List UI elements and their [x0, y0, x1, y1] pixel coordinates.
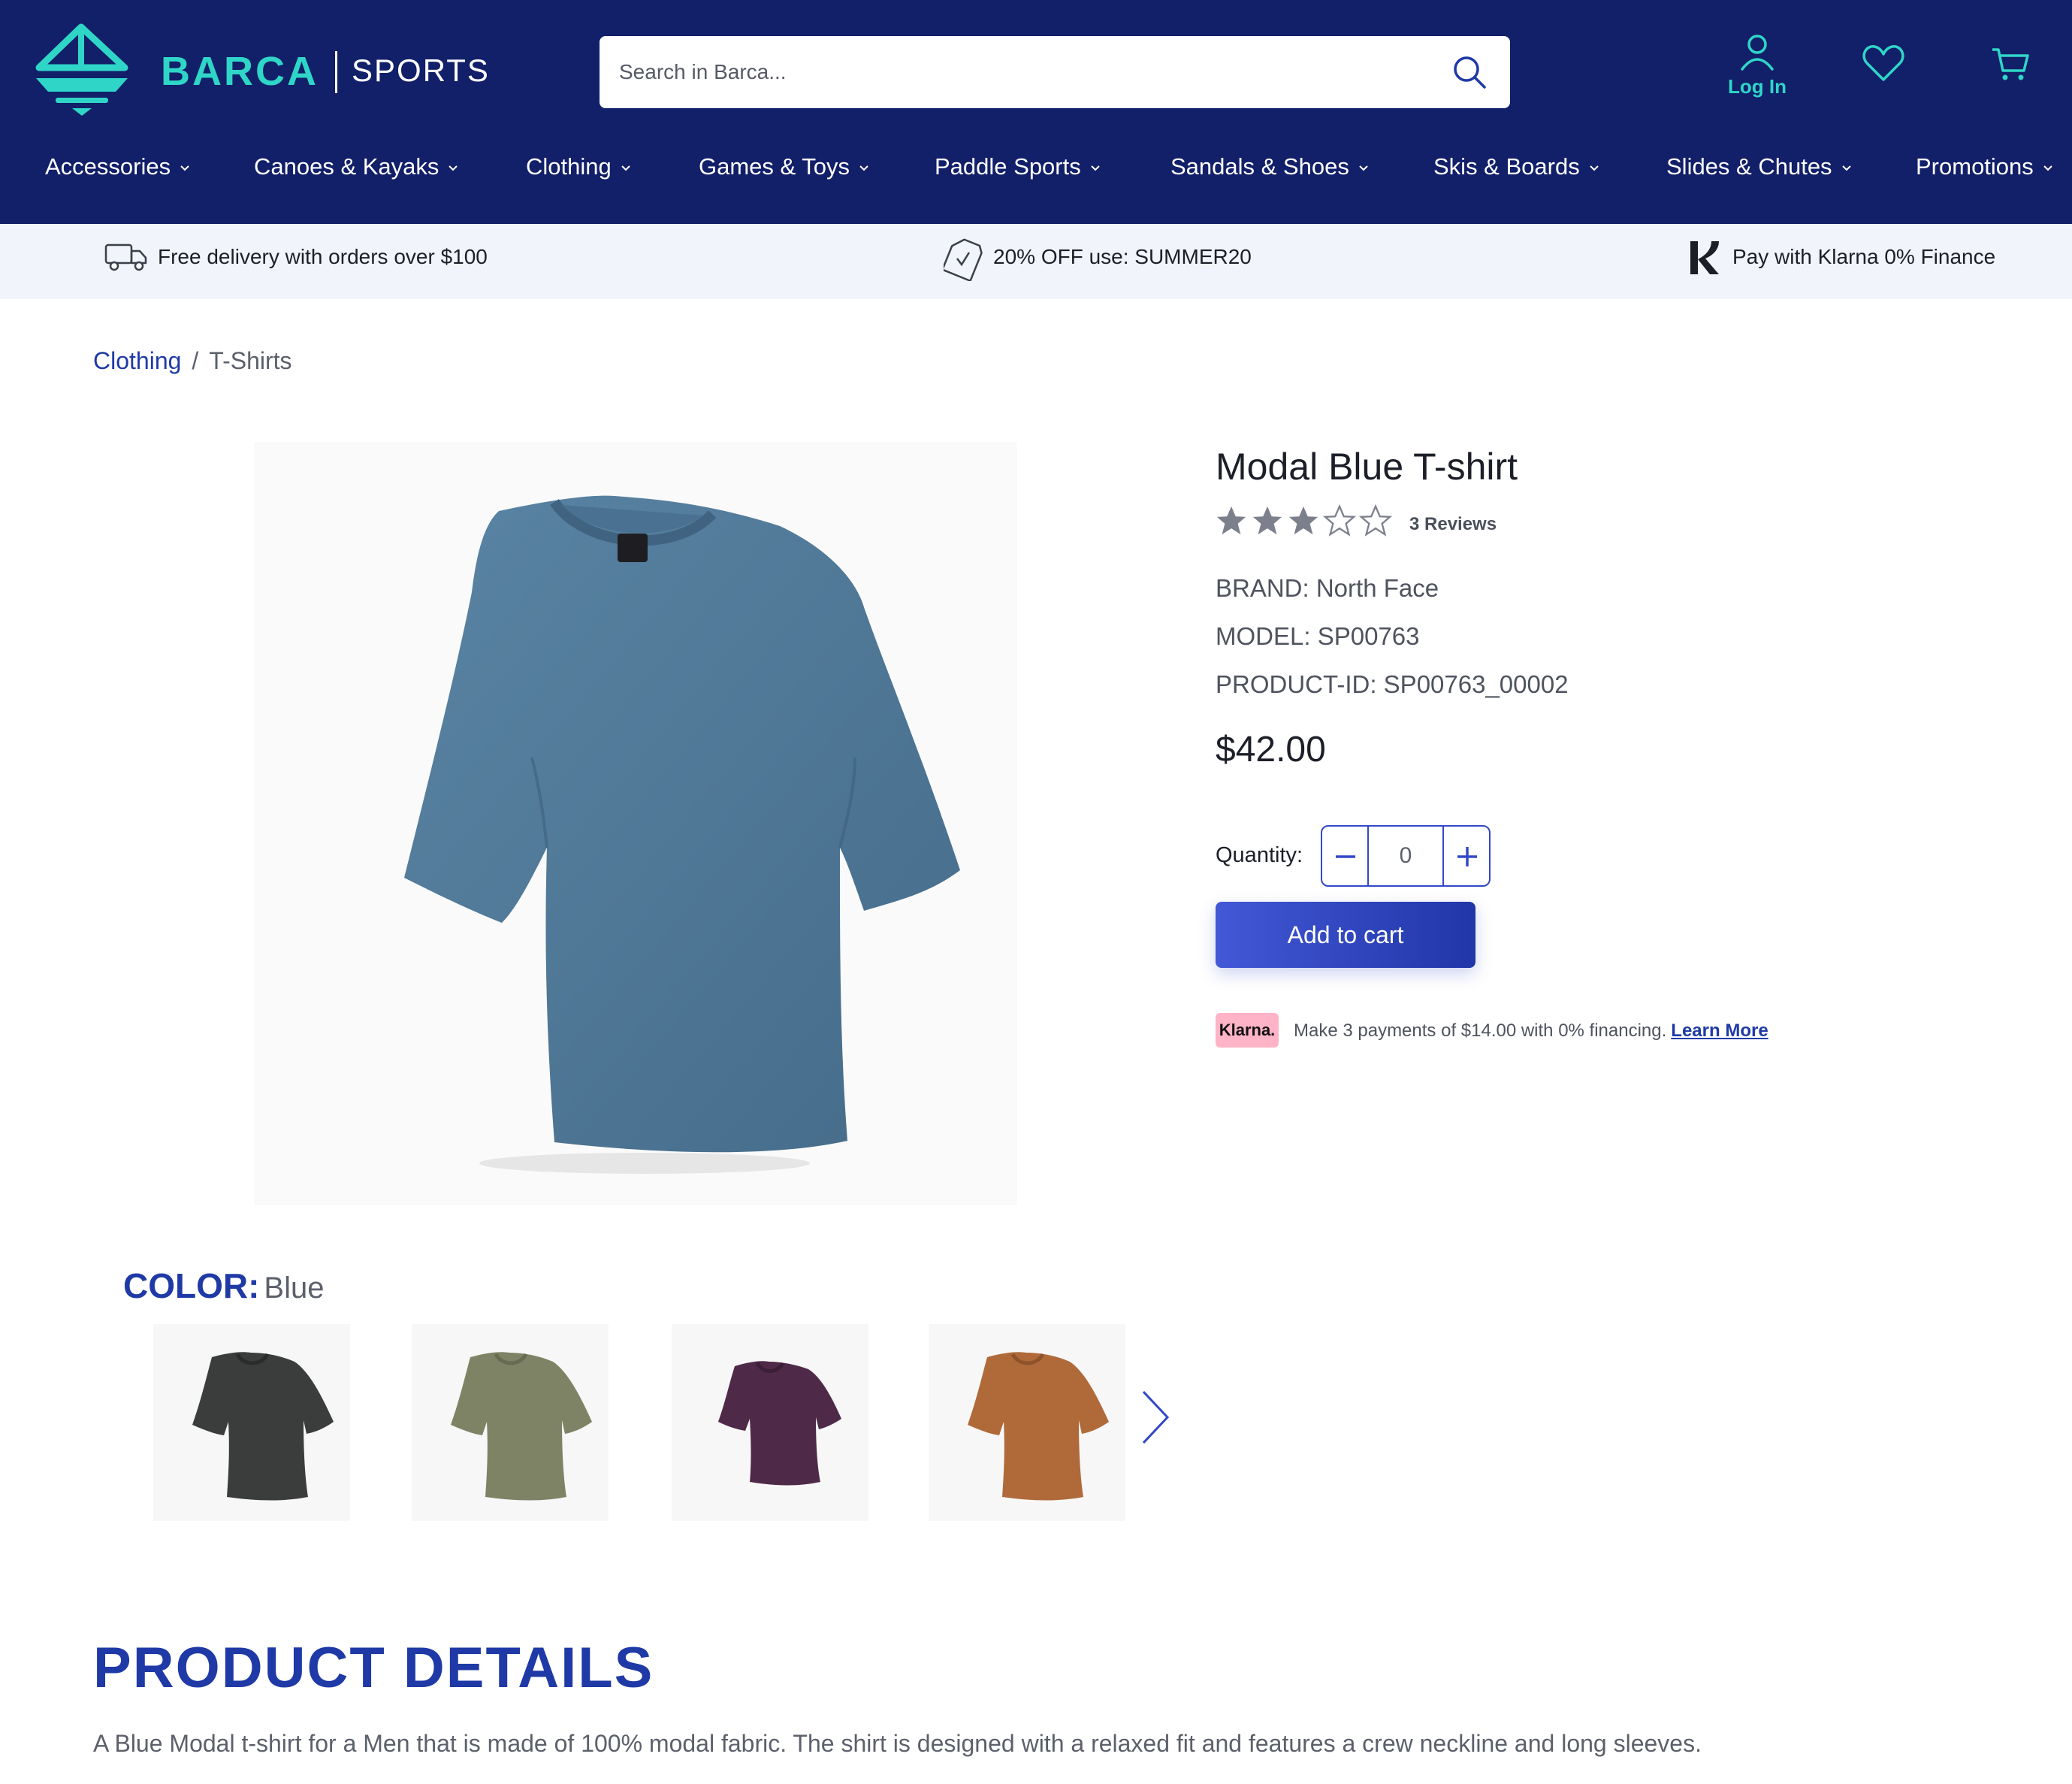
brand-name: BARCA	[161, 49, 319, 94]
nav-item-label: Slides & Chutes	[1666, 153, 1832, 180]
breadcrumb-clothing[interactable]: Clothing	[93, 347, 181, 374]
chevron-down-icon	[621, 165, 630, 171]
breadcrumb: Clothing / T-Shirts	[93, 347, 292, 375]
star-filled-icon	[1216, 506, 1246, 535]
color-swatch-olive[interactable]	[412, 1324, 609, 1521]
quantity-label: Quantity:	[1216, 843, 1303, 867]
chevron-down-icon	[1589, 165, 1599, 171]
login-label: Log In	[1728, 75, 1787, 98]
nav-item-label: Promotions	[1916, 153, 2034, 180]
login-button[interactable]: Log In	[1717, 33, 1797, 102]
color-swatch-plum[interactable]	[672, 1324, 868, 1521]
quantity-increment-button[interactable]	[1442, 827, 1489, 885]
boat-logo-icon	[35, 23, 128, 116]
cart-button[interactable]	[1991, 47, 2030, 86]
nav-item-canoes-kayaks[interactable]: Canoes & Kayaks	[254, 153, 458, 180]
quantity-input[interactable]	[1369, 827, 1442, 885]
main-nav: Accessories Canoes & Kayaks Clothing Gam…	[0, 143, 2072, 195]
chevron-down-icon	[180, 165, 189, 171]
promo-klarna-text: Pay with Klarna 0% Finance	[1732, 245, 1996, 268]
nav-item-promotions[interactable]: Promotions	[1916, 153, 2053, 180]
product-price: $42.00	[1216, 730, 1326, 770]
color-label-key: COLOR:	[123, 1266, 260, 1305]
search-button[interactable]	[1450, 53, 1489, 92]
learn-more-link[interactable]: Learn More	[1671, 1021, 1768, 1041]
nav-item-paddle-sports[interactable]: Paddle Sports	[935, 153, 1101, 180]
nav-item-label: Clothing	[526, 153, 612, 180]
color-selected-value: Blue	[264, 1271, 325, 1305]
product-id: PRODUCT-ID: SP00763_00002	[1216, 670, 1569, 698]
chevron-down-icon	[2043, 165, 2052, 171]
chevron-down-icon	[1091, 165, 1100, 171]
logo-divider	[335, 51, 337, 93]
chevron-down-icon	[859, 165, 868, 171]
breadcrumb-current: T-Shirts	[209, 347, 292, 374]
charcoal-tshirt-image	[192, 1352, 334, 1501]
nav-item-label: Skis & Boards	[1433, 153, 1580, 180]
product-model: MODEL: SP00763	[1216, 622, 1420, 650]
chevron-down-icon	[1359, 165, 1368, 171]
nav-item-sandals-shoes[interactable]: Sandals & Shoes	[1170, 153, 1369, 180]
nav-item-label: Accessories	[45, 153, 171, 180]
main-product-image	[254, 442, 1017, 1205]
blue-tshirt-image	[404, 495, 960, 1174]
user-icon	[1741, 35, 1774, 71]
klarna-badge: Klarna.	[1216, 1013, 1279, 1048]
breadcrumb-separator: /	[192, 347, 199, 374]
klarna-financing-text: Make 3 payments of $14.00 with 0% financ…	[1294, 1021, 1667, 1041]
add-to-cart-button[interactable]: Add to cart	[1216, 902, 1475, 968]
promo-delivery-text: Free delivery with orders over $100	[158, 245, 488, 268]
search-input[interactable]	[619, 50, 1408, 95]
nav-item-label: Games & Toys	[699, 153, 850, 180]
nav-item-accessories[interactable]: Accessories	[45, 153, 190, 180]
nav-item-games-toys[interactable]: Games & Toys	[699, 153, 869, 180]
star-filled-icon	[1252, 506, 1282, 535]
klarna-k-icon	[1690, 241, 1719, 274]
promo-discount-text: 20% OFF use: SUMMER20	[993, 245, 1252, 268]
reviews-count[interactable]: 3 Reviews	[1409, 514, 1497, 535]
plum-tshirt-image	[718, 1361, 841, 1486]
product-description: A Blue Modal t-shirt for a Men that is m…	[93, 1730, 1702, 1757]
nav-item-skis-boards[interactable]: Skis & Boards	[1433, 153, 1599, 180]
product-details-heading: PRODUCT DETAILS	[93, 1636, 654, 1700]
color-selector-label: COLOR: Blue	[123, 1265, 324, 1306]
promo-delivery: Free delivery with orders over $100	[104, 243, 488, 271]
site-header: BARCA SPORTS Log In Accessori	[0, 0, 2072, 224]
copper-tshirt-image	[968, 1352, 1109, 1501]
search-bar	[600, 36, 1510, 108]
star-filled-icon	[1288, 506, 1318, 535]
star-empty-icon	[1322, 503, 1357, 537]
wishlist-button[interactable]	[1862, 44, 1905, 86]
color-swatch-charcoal[interactable]	[153, 1324, 350, 1521]
nav-item-label: Paddle Sports	[935, 153, 1081, 180]
promo-discount: 20% OFF use: SUMMER20	[944, 238, 1252, 281]
color-swatch-copper[interactable]	[929, 1324, 1125, 1521]
product-brand: BRAND: North Face	[1216, 574, 1439, 602]
nav-item-label: Canoes & Kayaks	[254, 153, 439, 180]
carousel-next-button[interactable]	[1134, 1387, 1176, 1447]
brand-logo[interactable]: BARCA SPORTS	[33, 23, 488, 120]
nav-item-label: Sandals & Shoes	[1170, 153, 1349, 180]
chevron-right-icon	[1142, 1390, 1170, 1444]
klarna-financing: Make 3 payments of $14.00 with 0% financ…	[1294, 1021, 1768, 1042]
chevron-down-icon	[1841, 165, 1851, 171]
brand-subtitle: SPORTS	[352, 53, 490, 88]
product-title: Modal Blue T-shirt	[1216, 446, 1518, 488]
truck-icon	[104, 243, 147, 271]
nav-item-clothing[interactable]: Clothing	[526, 153, 631, 180]
quantity-stepper	[1321, 825, 1491, 887]
heart-icon	[1862, 45, 1904, 81]
star-empty-icon	[1358, 503, 1393, 537]
chevron-down-icon	[449, 165, 458, 171]
tag-icon	[944, 238, 983, 281]
quantity-decrement-button[interactable]	[1322, 827, 1369, 885]
nav-item-slides-chutes[interactable]: Slides & Chutes	[1666, 153, 1852, 180]
cart-icon	[1992, 48, 2029, 80]
promo-bar: Free delivery with orders over $100 20% …	[0, 224, 2072, 299]
minus-icon	[1336, 855, 1355, 858]
plus-icon	[1457, 847, 1477, 866]
olive-tshirt-image	[451, 1352, 592, 1501]
promo-klarna: Pay with Klarna 0% Finance	[1686, 241, 1996, 274]
search-icon	[1454, 56, 1486, 89]
